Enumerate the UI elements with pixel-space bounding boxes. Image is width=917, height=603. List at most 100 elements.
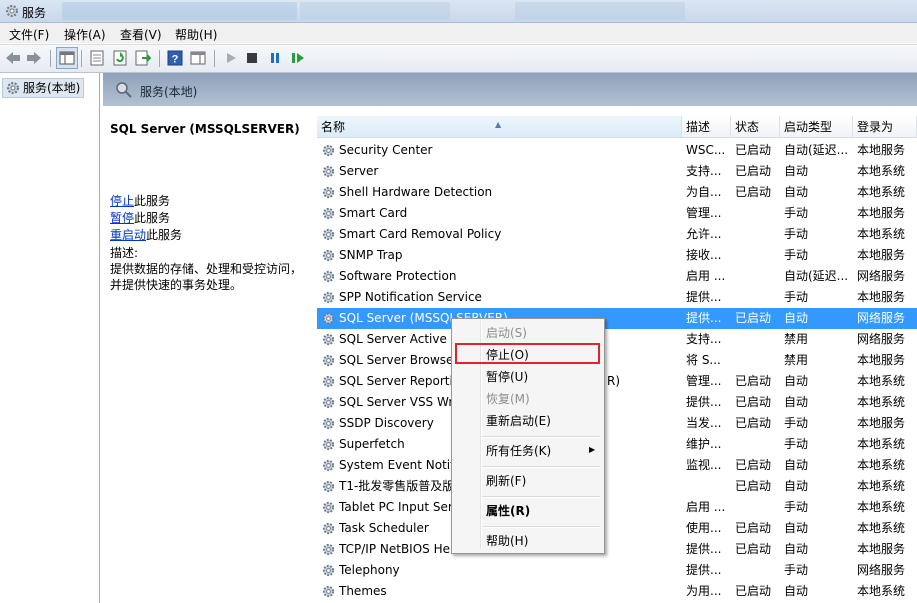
service-gear-icon xyxy=(322,144,335,157)
cell-description: 启用 ... xyxy=(686,500,726,514)
column-header-logon-as[interactable]: 登录为 xyxy=(853,116,917,138)
cell-startup-type: 自动(延迟... xyxy=(784,269,849,283)
cell-name: Server xyxy=(339,164,379,178)
column-header-name[interactable]: ▲ 名称 xyxy=(317,116,682,138)
menu-item-help[interactable]: 帮助(H) xyxy=(486,532,528,549)
table-row[interactable]: System Event Notifi 监视... 已启动 自动 本地系统 xyxy=(317,455,917,476)
menu-item-start[interactable]: 启动(S) xyxy=(486,324,527,341)
cell-logon-as: 本地服务 xyxy=(857,290,906,304)
restart-service-icon[interactable] xyxy=(289,49,307,67)
table-row[interactable]: Software Protection 启用 ... 自动(延迟... 网络服务 xyxy=(317,266,917,287)
service-gear-icon xyxy=(322,543,335,556)
cell-description: 允许... xyxy=(686,227,722,241)
stop-service-link[interactable]: 停止 xyxy=(110,194,134,208)
menu-item-resume[interactable]: 恢复(M) xyxy=(486,390,530,407)
cell-startup-type: 手动 xyxy=(784,248,809,262)
cell-startup-type: 自动 xyxy=(784,584,809,598)
stop-service-icon[interactable] xyxy=(243,49,261,67)
stop-service-action: 停止此服务 xyxy=(110,192,170,209)
service-gear-icon xyxy=(322,396,335,409)
table-row[interactable]: SQL Server Browse 将 S... 禁用 本地服务 xyxy=(317,350,917,371)
table-row[interactable]: Telephony 提供... 手动 网络服务 xyxy=(317,560,917,581)
menu-view[interactable]: 查看(V) xyxy=(120,26,162,43)
properties-sheet-icon[interactable] xyxy=(88,49,106,67)
console-tree-toggle-icon[interactable] xyxy=(56,47,78,69)
help-icon[interactable]: ? xyxy=(166,49,184,67)
table-row[interactable]: Smart Card 管理... 手动 本地服务 xyxy=(317,203,917,224)
column-header-description[interactable]: 描述 xyxy=(682,116,731,138)
background-taskbar-item xyxy=(300,2,450,20)
cell-startup-type: 禁用 xyxy=(784,332,809,346)
tree-node-services-local[interactable]: 服务(本地) xyxy=(2,78,85,98)
service-gear-icon xyxy=(322,459,335,472)
cell-status: 已启动 xyxy=(735,458,772,472)
menu-item-all-tasks[interactable]: 所有任务(K) xyxy=(486,442,551,459)
table-row[interactable]: Tablet PC Input Ser 启用 ... 手动 本地系统 xyxy=(317,497,917,518)
table-row[interactable]: TCP/IP NetBIOS He 提供... 已启动 自动 本地服务 xyxy=(317,539,917,560)
service-gear-icon xyxy=(322,480,335,493)
cell-description: 管理... xyxy=(686,374,722,388)
table-row[interactable]: Task Scheduler 使用... 已启动 自动 本地系统 xyxy=(317,518,917,539)
service-gear-icon xyxy=(322,270,335,283)
highlight-box xyxy=(455,343,600,364)
menu-separator xyxy=(482,526,600,528)
service-gear-icon xyxy=(322,417,335,430)
cell-description: 为用... xyxy=(686,584,722,598)
table-row[interactable]: Server 支持... 已启动 自动 本地系统 xyxy=(317,161,917,182)
table-row[interactable]: Smart Card Removal Policy 允许... 手动 本地系统 xyxy=(317,224,917,245)
cell-startup-type: 手动 xyxy=(784,416,809,430)
cell-logon-as: 本地系统 xyxy=(857,500,906,514)
cell-description: 启用 ... xyxy=(686,269,726,283)
cell-startup-type: 自动 xyxy=(784,311,809,325)
table-row[interactable]: SQL Server (MSSQLSERVER) 提供... 已启动 自动 网络服务 xyxy=(317,308,917,329)
export-list-icon[interactable] xyxy=(134,49,152,67)
table-row[interactable]: Superfetch 维护... 手动 本地系统 xyxy=(317,434,917,455)
action-suffix: 此服务 xyxy=(146,228,183,242)
menu-action[interactable]: 操作(A) xyxy=(64,26,106,43)
table-row[interactable]: SQL Server VSS Wr 提供... 已启动 自动 本地系统 xyxy=(317,392,917,413)
table-row[interactable]: Shell Hardware Detection 为自... 已启动 自动 本地系统 xyxy=(317,182,917,203)
pane-header-title: 服务(本地) xyxy=(140,85,198,99)
cell-status: 已启动 xyxy=(735,521,772,535)
cell-logon-as: 本地系统 xyxy=(857,479,906,493)
menu-item-restart[interactable]: 重新启动(E) xyxy=(486,412,551,429)
forward-arrow-icon[interactable] xyxy=(25,49,43,67)
pause-service-link[interactable]: 暂停 xyxy=(110,211,134,225)
start-service-icon[interactable] xyxy=(222,49,240,67)
extended-detail-panel: SQL Server (MSSQLSERVER) 停止此服务 暂停此服务 重启动… xyxy=(103,106,308,603)
tree-node-label: 服务(本地) xyxy=(23,81,81,95)
table-row[interactable]: SSDP Discovery 当发... 已启动 手动 本地服务 xyxy=(317,413,917,434)
menu-item-properties[interactable]: 属性(R) xyxy=(486,502,530,519)
table-row[interactable]: T1-批发零售版普及版 已启动 自动 本地系统 xyxy=(317,476,917,497)
toolbar-separator xyxy=(214,50,215,67)
table-row[interactable]: SNMP Trap 接收... 手动 本地服务 xyxy=(317,245,917,266)
menu-help[interactable]: 帮助(H) xyxy=(175,26,217,43)
menu-separator xyxy=(482,436,600,438)
cell-logon-as: 本地系统 xyxy=(857,374,906,388)
show-hide-action-pane-icon[interactable] xyxy=(189,49,207,67)
service-gear-icon xyxy=(322,501,335,514)
column-header-startup-type[interactable]: 启动类型 xyxy=(780,116,853,138)
refresh-icon[interactable] xyxy=(111,49,129,67)
table-row[interactable]: SQL Server Active D 支持... 禁用 网络服务 xyxy=(317,329,917,350)
pause-service-icon[interactable] xyxy=(266,49,284,67)
menu-file[interactable]: 文件(F) xyxy=(9,26,49,43)
cell-description: 当发... xyxy=(686,416,722,430)
table-row[interactable]: Themes 为用... 已启动 自动 本地系统 xyxy=(317,581,917,602)
back-arrow-icon[interactable] xyxy=(4,49,22,67)
table-row[interactable]: SPP Notification Service 提供... 手动 本地服务 xyxy=(317,287,917,308)
cell-startup-type: 手动 xyxy=(784,563,809,577)
table-row[interactable]: Security Center WSC... 已启动 自动(延迟... 本地服务 xyxy=(317,140,917,161)
cell-name: Themes xyxy=(339,584,387,598)
background-taskbar-item xyxy=(515,2,685,20)
column-header-status[interactable]: 状态 xyxy=(731,116,780,138)
menu-item-pause[interactable]: 暂停(U) xyxy=(486,368,528,385)
cell-description: 维护... xyxy=(686,437,722,451)
service-gear-icon xyxy=(322,333,335,346)
restart-service-link[interactable]: 重启动 xyxy=(110,228,146,242)
menu-item-refresh[interactable]: 刷新(F) xyxy=(486,472,526,489)
sort-ascending-icon: ▲ xyxy=(495,120,502,129)
table-row[interactable]: SQL Server Reporti R) 管理... 已启动 自动 本地系统 xyxy=(317,371,917,392)
menu-separator xyxy=(482,466,600,468)
service-gear-icon xyxy=(322,354,335,367)
